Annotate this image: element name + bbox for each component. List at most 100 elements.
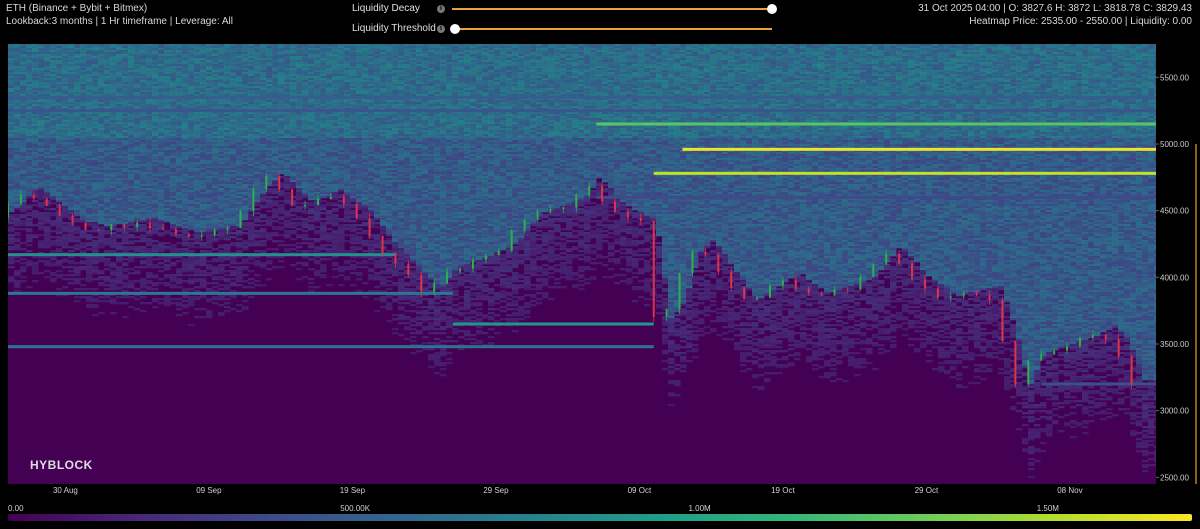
heatmap-cell: [80, 90, 87, 92]
liquidity-decay-slider[interactable]: [452, 8, 772, 10]
heatmap-cell: [56, 132, 63, 134]
heatmap-cell: [80, 196, 87, 198]
heatmap-cell: [20, 280, 27, 282]
threshold-info-icon[interactable]: i: [437, 25, 445, 33]
heatmap-cell: [56, 76, 63, 78]
heatmap-cell: [20, 220, 27, 222]
heatmap-cell: [8, 236, 15, 238]
heatmap-cell: [68, 48, 75, 50]
heatmap-cell: [80, 64, 87, 66]
heatmap-cell: [32, 58, 39, 60]
heatmap-cell: [80, 186, 87, 188]
heatmap-cell: [68, 164, 75, 166]
heatmap-cell: [86, 90, 93, 92]
heatmap-cell: [68, 44, 75, 46]
heatmap-cell: [62, 66, 69, 68]
heatmap-cell: [8, 262, 15, 264]
heatmap-cell: [62, 240, 69, 242]
heatmap-cell: [74, 190, 81, 192]
heatmap-cell: [68, 74, 75, 76]
heatmap-cell: [74, 50, 81, 52]
heatmap-cell: [68, 134, 75, 136]
heatmap-cell: [80, 206, 87, 208]
heatmap-cell: [74, 56, 81, 58]
heatmap-cell: [50, 244, 57, 246]
heatmap-cell: [62, 198, 69, 200]
heatmap-cell: [62, 202, 69, 204]
heatmap-cell: [44, 228, 51, 230]
heatmap-cell: [74, 122, 81, 124]
heatmap-cell: [44, 128, 51, 130]
heatmap-cell: [26, 72, 33, 74]
heatmap-cell: [68, 178, 75, 180]
heatmap-cell: [38, 194, 45, 196]
heatmap-cell: [86, 106, 93, 108]
heatmap-cell: [68, 102, 75, 104]
heatmap-cell: [20, 66, 27, 68]
heatmap-cell: [44, 170, 51, 172]
heatmap-cell: [68, 148, 75, 150]
heatmap-cell: [80, 58, 87, 60]
heatmap-cell: [14, 234, 21, 236]
heatmap-cell: [44, 226, 51, 228]
heatmap-cell: [86, 154, 93, 156]
heatmap-cell: [14, 196, 21, 198]
heatmap-cell: [38, 62, 45, 64]
heatmap-cell: [56, 226, 63, 228]
heatmap-cell: [38, 176, 45, 178]
liquidation-heatmap-chart[interactable]: 5500.005000.004500.004000.003500.003000.…: [0, 44, 1200, 498]
liquidity-decay-knob[interactable]: [767, 4, 777, 14]
heatmap-cell: [14, 72, 21, 74]
liquidity-threshold-slider[interactable]: [452, 28, 772, 30]
heatmap-cell: [50, 212, 57, 214]
heatmap-cell: [38, 100, 45, 102]
heatmap-cell: [44, 82, 51, 84]
heatmap-cell: [68, 234, 75, 236]
heatmap-cell: [80, 148, 87, 150]
heatmap-cell: [80, 118, 87, 120]
heatmap-cell: [56, 162, 63, 164]
heatmap-cell: [20, 148, 27, 150]
liquidity-decay-label: Liquidity Decay: [352, 3, 420, 14]
heatmap-cell: [32, 124, 39, 126]
heatmap-cell: [80, 162, 87, 164]
heatmap-cell: [74, 296, 81, 298]
heatmap-cell: [26, 146, 33, 148]
heatmap-cell: [44, 72, 51, 74]
heatmap-cell: [80, 176, 87, 178]
heatmap-cell: [50, 170, 57, 172]
heatmap-cell: [56, 224, 63, 226]
heatmap-cell: [62, 54, 69, 56]
decay-info-icon[interactable]: i: [437, 5, 445, 13]
heatmap-cell: [62, 176, 69, 178]
heatmap-cell: [20, 146, 27, 148]
heatmap-cell: [32, 146, 39, 148]
heatmap-cell: [8, 168, 15, 170]
heatmap-cell: [68, 104, 75, 106]
heatmap-cell: [20, 78, 27, 80]
heatmap-cell: [44, 44, 51, 46]
heatmap-cell: [44, 186, 51, 188]
heatmap-cell: [8, 154, 15, 156]
heatmap-cell: [68, 116, 75, 118]
liquidity-threshold-knob[interactable]: [450, 24, 460, 34]
heatmap-cell: [62, 146, 69, 148]
heatmap-cell: [86, 116, 93, 118]
heatmap-cell: [44, 188, 51, 190]
heatmap-cell: [74, 300, 81, 302]
heatmap-cell: [56, 72, 63, 74]
heatmap-cell: [44, 156, 51, 158]
heatmap-cell: [80, 60, 87, 62]
heatmap-cell: [74, 66, 81, 68]
heatmap-cell: [38, 60, 45, 62]
heatmap-cell: [8, 66, 15, 68]
heatmap-cell: [38, 272, 45, 274]
heatmap-cell: [56, 92, 63, 94]
heatmap-cell: [56, 152, 63, 154]
heatmap-cell: [14, 100, 21, 102]
heatmap-cell: [56, 186, 63, 188]
heatmap-cell: [26, 92, 33, 94]
heatmap-cell: [56, 122, 63, 124]
heatmap-cell: [26, 70, 33, 72]
heatmap-cell: [38, 112, 45, 114]
